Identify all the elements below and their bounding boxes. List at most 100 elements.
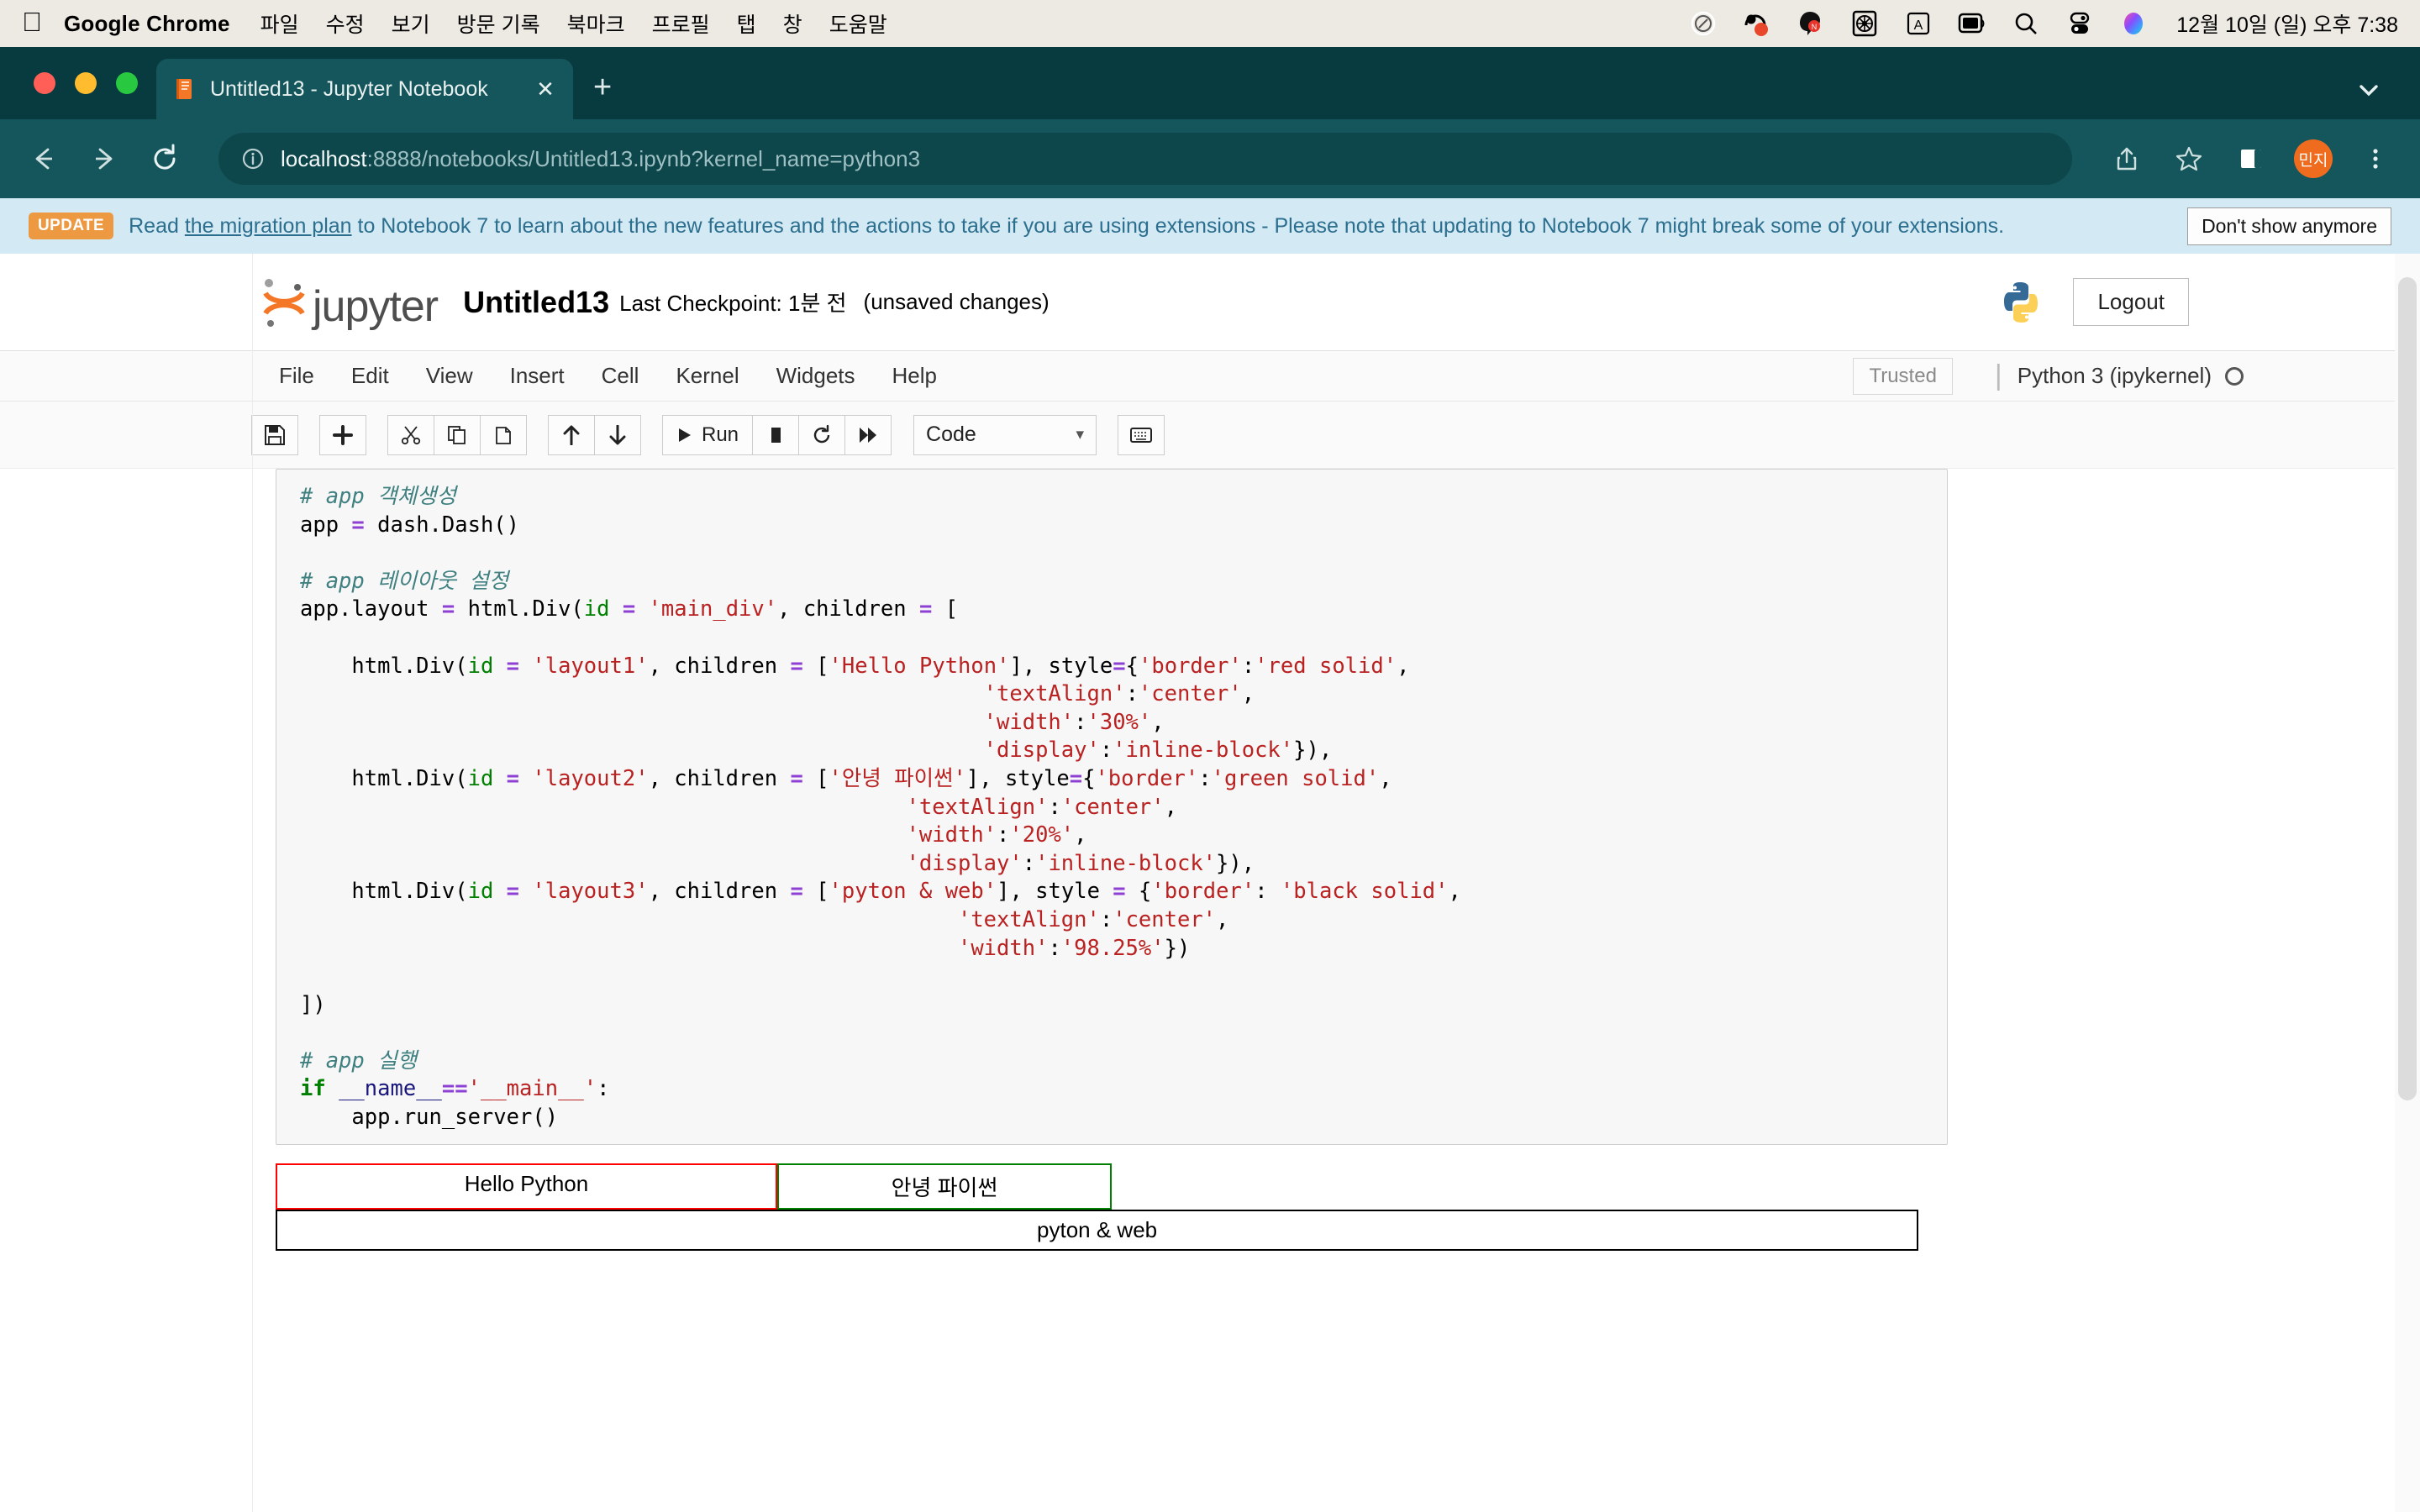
- url-path: :8888/notebooks/Untitled13.ipynb?kernel_…: [366, 145, 921, 171]
- jupyter-logo[interactable]: jupyter: [260, 276, 439, 331]
- run-cell-button[interactable]: Run: [662, 414, 754, 455]
- menu-file[interactable]: File: [260, 363, 333, 389]
- menu-help[interactable]: Help: [874, 363, 955, 389]
- page-scrollbar-thumb[interactable]: [2398, 277, 2417, 1100]
- code-cell[interactable]: # app 객체생성 app = dash.Dash() # app 레이아웃 …: [276, 469, 1948, 1145]
- trusted-badge[interactable]: Trusted: [1853, 357, 1953, 395]
- spotlight-search-icon[interactable]: [2012, 9, 2040, 38]
- browser-tab[interactable]: Untitled13 - Jupyter Notebook ✕: [156, 59, 573, 119]
- share-icon[interactable]: [2107, 139, 2146, 178]
- address-bar[interactable]: localhost:8888/notebooks/Untitled13.ipyn…: [218, 133, 2072, 185]
- siri-icon[interactable]: [2119, 9, 2148, 38]
- macos-status-icons: N A 12월 10일 (일) 오후 7:38: [1689, 8, 2398, 39]
- info-circle-icon[interactable]: [240, 146, 266, 171]
- output-row-top: Hello Python 안녕 파이썬: [276, 1163, 1948, 1210]
- output-div-layout1: Hello Python: [276, 1163, 777, 1210]
- paste-icon[interactable]: [480, 414, 527, 455]
- record-indicator-icon[interactable]: [1689, 9, 1718, 38]
- jupyter-header: jupyter Untitled13 Last Checkpoint: 1분 전…: [0, 254, 2420, 351]
- toolbar-group-add: [319, 414, 366, 455]
- scissors-icon[interactable]: [387, 414, 434, 455]
- arrow-down-icon[interactable]: [594, 414, 641, 455]
- input-source-icon[interactable]: A: [1904, 9, 1933, 38]
- apple-logo-icon[interactable]: : [22, 8, 42, 35]
- mac-menu-window[interactable]: 창: [783, 8, 802, 39]
- save-disk-icon[interactable]: [251, 414, 298, 455]
- menu-bar-clock[interactable]: 12월 10일 (일) 오후 7:38: [2176, 8, 2398, 39]
- migration-plan-link[interactable]: the migration plan: [185, 214, 352, 238]
- active-app-name[interactable]: Google Chrome: [64, 11, 230, 37]
- profile-avatar[interactable]: 민지: [2294, 139, 2333, 178]
- chevron-down-icon[interactable]: [2354, 76, 2383, 104]
- fast-forward-icon[interactable]: [844, 414, 892, 455]
- jupyter-logo-icon: [260, 276, 308, 328]
- jupyter-logo-text: jupyter: [313, 281, 439, 331]
- stop-square-icon[interactable]: [752, 414, 800, 455]
- update-badge: UPDATE: [29, 213, 114, 239]
- bandicam-icon[interactable]: [1743, 9, 1771, 38]
- maximize-window-button[interactable]: [116, 72, 138, 94]
- side-panel-icon[interactable]: [2232, 139, 2270, 178]
- browser-toolbar: localhost:8888/notebooks/Untitled13.ipyn…: [0, 119, 2420, 198]
- screen-icon[interactable]: [1958, 9, 1986, 38]
- python-logo-icon: [1997, 279, 2044, 326]
- mac-menu-history[interactable]: 방문 기록: [457, 8, 540, 39]
- jupyter-header-right: Logout: [1997, 278, 2420, 326]
- cell-type-value: Code: [926, 423, 976, 446]
- notebook-container: # app 객체생성 app = dash.Dash() # app 레이아웃 …: [252, 469, 2176, 1251]
- jupyter-menubar-right: Trusted | Python 3 (ipykernel): [1853, 357, 2420, 395]
- logout-button[interactable]: Logout: [2073, 278, 2189, 326]
- banner-message: Read the migration plan to Notebook 7 to…: [129, 214, 2004, 239]
- add-cell-plus-icon[interactable]: [319, 414, 366, 455]
- notebook-name[interactable]: Untitled13: [463, 285, 609, 320]
- control-center-icon[interactable]: [2065, 9, 2094, 38]
- mac-menu-tab[interactable]: 탭: [737, 8, 756, 39]
- restart-circle-icon[interactable]: [798, 414, 846, 455]
- menu-insert[interactable]: Insert: [492, 363, 583, 389]
- mac-menu-bookmarks[interactable]: 북마크: [567, 8, 625, 39]
- naver-whale-icon[interactable]: N: [1797, 9, 1825, 38]
- browser-tab-title: Untitled13 - Jupyter Notebook: [210, 76, 488, 101]
- toolbar-group-clipboard: [387, 414, 527, 455]
- cell-type-select[interactable]: Code ▾: [913, 414, 1097, 455]
- browser-tab-strip: Untitled13 - Jupyter Notebook ✕ +: [0, 47, 2420, 119]
- three-dot-menu-icon[interactable]: [2356, 139, 2395, 178]
- arrow-up-icon[interactable]: [548, 414, 595, 455]
- back-arrow-icon[interactable]: [25, 140, 62, 177]
- menu-widgets[interactable]: Widgets: [758, 363, 874, 389]
- notebook-update-banner: UPDATE Read the migration plan to Notebo…: [0, 198, 2420, 254]
- menu-edit[interactable]: Edit: [333, 363, 408, 389]
- svg-text:A: A: [1914, 18, 1923, 33]
- mac-menu-edit[interactable]: 수정: [326, 8, 365, 39]
- macos-menu-bar:  Google Chrome 파일 수정 보기 방문 기록 북마크 프로필 탭…: [0, 0, 2420, 47]
- menu-cell[interactable]: Cell: [583, 363, 658, 389]
- close-window-button[interactable]: [34, 72, 55, 94]
- copy-icon[interactable]: [434, 414, 481, 455]
- jupyter-book-icon: [171, 76, 197, 102]
- fan-control-icon[interactable]: [1850, 9, 1879, 38]
- svg-text:N: N: [1812, 23, 1818, 31]
- mac-menu-view[interactable]: 보기: [392, 8, 430, 39]
- minimize-window-button[interactable]: [75, 72, 97, 94]
- dont-show-anymore-button[interactable]: Don't show anymore: [2187, 207, 2391, 245]
- run-label: Run: [702, 423, 739, 446]
- reload-icon[interactable]: [146, 140, 183, 177]
- mac-menu-profile[interactable]: 프로필: [652, 8, 710, 39]
- banner-text-after: to Notebook 7 to learn about the new fea…: [351, 213, 2005, 238]
- toolbar-group-move: [548, 414, 641, 455]
- menu-view[interactable]: View: [408, 363, 492, 389]
- notebook-body: # app 객체생성 app = dash.Dash() # app 레이아웃 …: [0, 469, 2420, 1426]
- last-checkpoint-label: Last Checkpoint: 1분 전: [619, 291, 847, 316]
- forward-arrow-icon[interactable]: [86, 140, 123, 177]
- code-cell-source[interactable]: # app 객체생성 app = dash.Dash() # app 레이아웃 …: [300, 483, 1947, 1132]
- jupyter-notebook-page: jupyter Untitled13 Last Checkpoint: 1분 전…: [0, 254, 2420, 1512]
- output-div-layout3: pyton & web: [276, 1209, 1919, 1251]
- unsaved-changes-label: (unsaved changes): [863, 289, 1050, 314]
- mac-menu-help[interactable]: 도움말: [829, 8, 887, 39]
- close-tab-icon[interactable]: ✕: [533, 76, 558, 102]
- new-tab-button[interactable]: +: [593, 71, 612, 103]
- menu-kernel[interactable]: Kernel: [657, 363, 757, 389]
- keyboard-icon[interactable]: [1118, 414, 1165, 455]
- mac-menu-file[interactable]: 파일: [260, 8, 299, 39]
- star-icon[interactable]: [2170, 139, 2208, 178]
